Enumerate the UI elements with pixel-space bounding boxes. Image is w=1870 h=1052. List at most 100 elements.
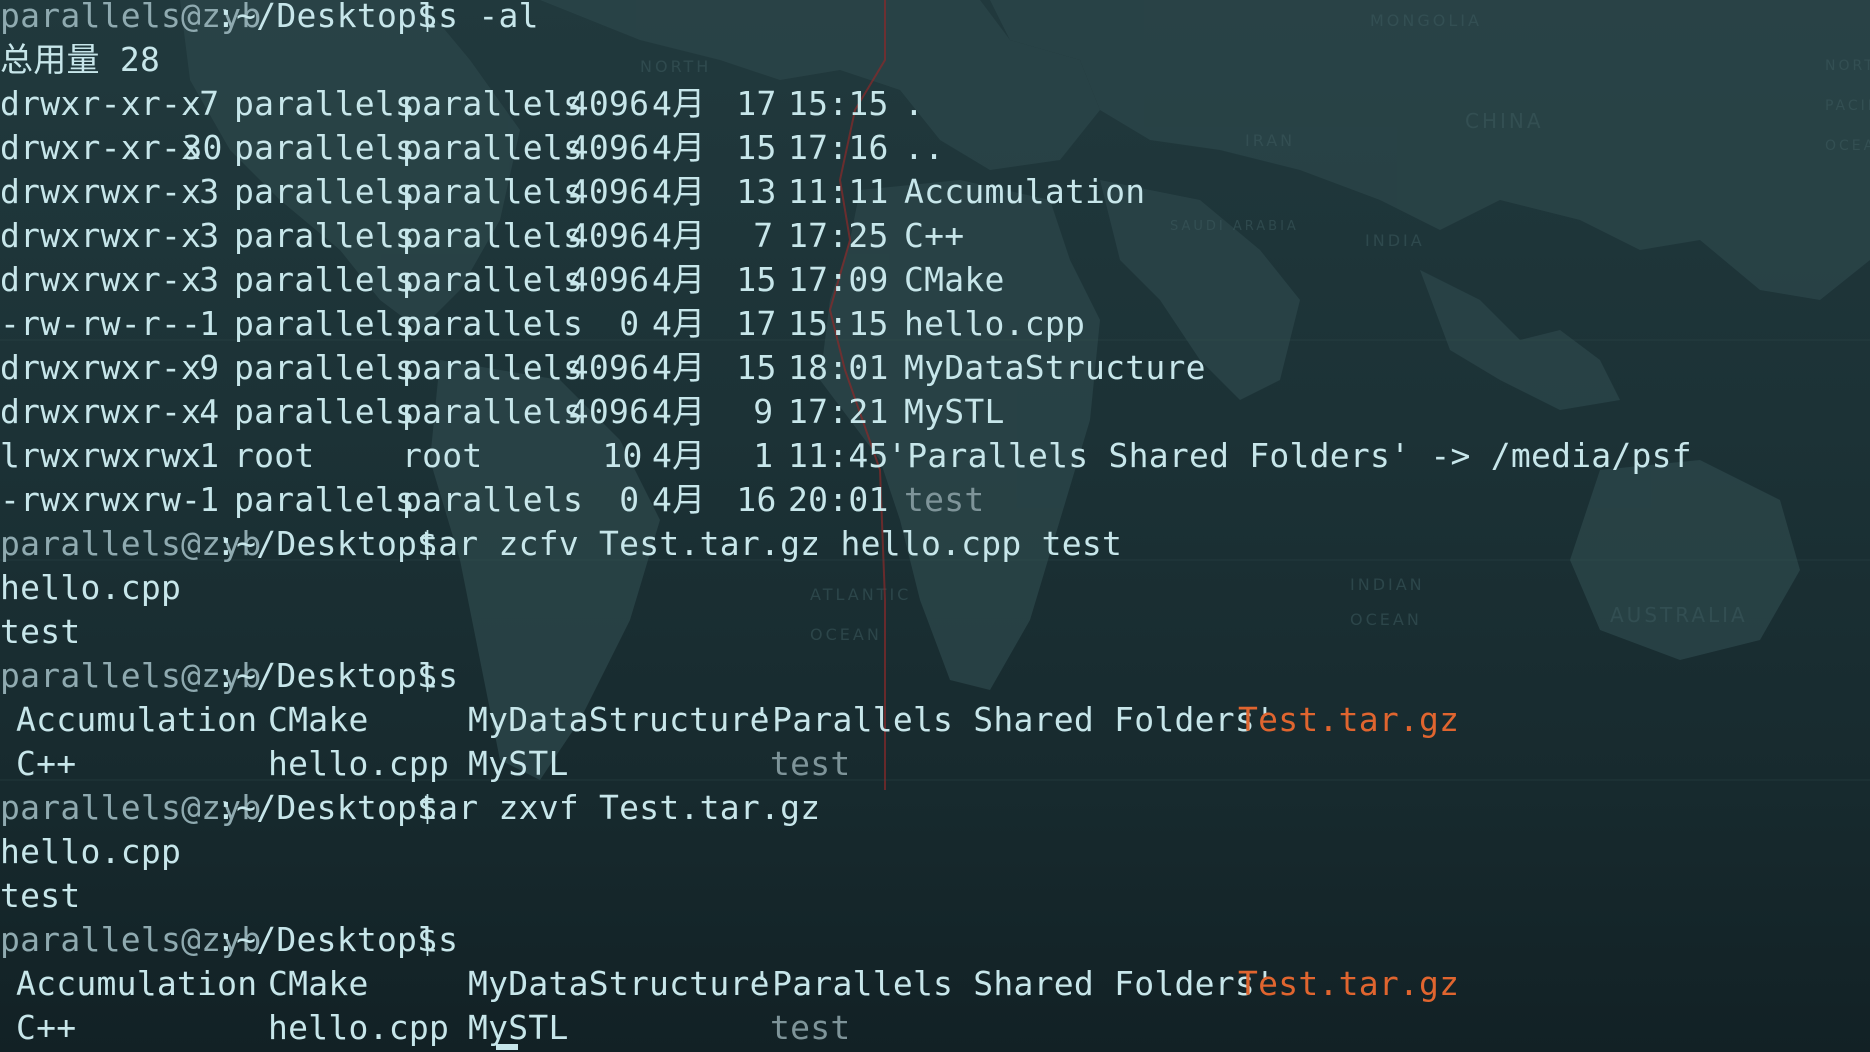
link-count: 9: [199, 348, 220, 387]
listing-row: drwxrwxr-x 4 parallels parallels 4096 4月 9 17:2…: [0, 390, 1870, 434]
file-size: 4096: [568, 172, 650, 211]
file-permissions: -rw-rw-r--: [0, 304, 202, 343]
file-name: .: [904, 84, 925, 123]
file-time: 15:15: [788, 84, 889, 123]
file-month: 4月: [652, 392, 706, 431]
file-permissions: drwxrwxr-x: [0, 348, 202, 387]
ls-entry: MySTL: [468, 744, 569, 783]
file-size: 4096: [568, 348, 650, 387]
link-count: 4: [199, 392, 220, 431]
file-name: Accumulation: [904, 172, 1146, 211]
tar-output-file: test: [0, 876, 81, 915]
file-name: hello.cpp: [904, 304, 1086, 343]
terminal-window[interactable]: MONGOLIA CHINA IRAN INDIA SAUDI ARABIA I…: [0, 0, 1870, 1052]
prompt-path: :~/Desktop$: [216, 920, 438, 959]
file-month: 4月: [652, 480, 706, 519]
file-month: 4月: [652, 304, 706, 343]
file-permissions: drwxrwxr-x: [0, 216, 202, 255]
file-permissions: -rwxrwxrw-: [0, 480, 202, 519]
file-time: 11:45: [788, 436, 889, 475]
listing-row: -rw-rw-r-- 1 parallels parallels 0 4月 17 15:15 h…: [0, 302, 1870, 346]
link-count: 3: [199, 216, 220, 255]
prompt-path: :~/Desktop$: [216, 788, 438, 827]
file-size: 4096: [568, 260, 650, 299]
file-name: C++: [904, 216, 965, 255]
file-size: 4096: [568, 128, 650, 167]
ls-entry: 'Parallels Shared Folders': [752, 700, 1276, 739]
prompt-line: parallels@zyb:~/Desktop$ tar zcfv Test.ta…: [0, 522, 1870, 566]
file-permissions: drwxrwxr-x: [0, 260, 202, 299]
file-time: 11:11: [788, 172, 889, 211]
file-time: 17:16: [788, 128, 889, 167]
file-owner: root: [234, 436, 315, 475]
ls-entry: CMake: [268, 964, 369, 1003]
ls-entry-archive: Test.tar.gz: [1238, 700, 1460, 739]
file-group: parallels: [402, 172, 584, 211]
file-day: 15: [736, 348, 777, 387]
file-time: 15:15: [788, 304, 889, 343]
file-group: parallels: [402, 480, 584, 519]
file-time: 18:01: [788, 348, 889, 387]
file-day: 9: [753, 392, 774, 431]
file-permissions: drwxrwxr-x: [0, 392, 202, 431]
file-day: 17: [736, 304, 777, 343]
file-month: 4月: [652, 348, 706, 387]
file-month: 4月: [652, 436, 706, 475]
total-text: 总用量 28: [0, 40, 161, 79]
link-count: 7: [199, 84, 220, 123]
file-name: MyDataStructure: [904, 348, 1206, 387]
ls-grid-row: C++ hello.cpp MySTL test: [0, 1006, 1870, 1050]
total-line: 总用量 28: [0, 38, 1870, 82]
file-group: parallels: [402, 348, 584, 387]
prompt-path: :~/Desktop$: [216, 524, 438, 563]
ls-entry: Accumulation: [16, 700, 258, 739]
file-permissions: drwxrwxr-x: [0, 172, 202, 211]
file-size: 10: [602, 436, 643, 475]
file-group: parallels: [402, 128, 584, 167]
ls-entry-archive: Test.tar.gz: [1238, 964, 1460, 1003]
file-month: 4月: [652, 260, 706, 299]
file-size: 4096: [568, 216, 650, 255]
ls-grid-row: Accumulation CMake MyDataStructure 'Para…: [0, 962, 1870, 1006]
command-text: ls -al: [418, 0, 539, 35]
ls-entry: MyDataStructure: [468, 700, 770, 739]
file-group: parallels: [402, 304, 584, 343]
file-owner: parallels: [234, 348, 416, 387]
file-group: parallels: [402, 84, 584, 123]
file-day: 1: [753, 436, 774, 475]
file-group: root: [402, 436, 483, 475]
file-group: parallels: [402, 216, 584, 255]
ls-entry: MySTL: [468, 1008, 569, 1047]
link-count: 3: [199, 260, 220, 299]
command-text: tar zcfv Test.tar.gz hello.cpp test: [418, 524, 1123, 563]
file-day: 7: [753, 216, 774, 255]
link-count: 30: [182, 128, 223, 167]
command-text: ls: [418, 920, 459, 959]
tar-output-file: hello.cpp: [0, 832, 182, 871]
file-month: 4月: [652, 84, 706, 123]
file-day: 15: [736, 128, 777, 167]
command-text: tar zxvf Test.tar.gz: [418, 788, 821, 827]
file-owner: parallels: [234, 260, 416, 299]
file-size: 4096: [568, 84, 650, 123]
file-size: 0: [619, 480, 640, 519]
file-month: 4月: [652, 128, 706, 167]
file-name: ..: [904, 128, 945, 167]
listing-row: drwxrwxr-x 3 parallels parallels 4096 4月 7 17:2…: [0, 214, 1870, 258]
link-count: 1: [199, 436, 220, 475]
listing-row: drwxrwxr-x 9 parallels parallels 4096 4月 15 18:…: [0, 346, 1870, 390]
file-time: 17:21: [788, 392, 889, 431]
ls-entry: hello.cpp: [268, 1008, 450, 1047]
tar-output-file: hello.cpp: [0, 568, 182, 607]
file-owner: parallels: [234, 304, 416, 343]
output-line: test: [0, 610, 1870, 654]
prompt-line: parallels@zyb:~/Desktop$ tar zxvf Test.ta…: [0, 786, 1870, 830]
ls-entry: hello.cpp: [268, 744, 450, 783]
tar-output-file: test: [0, 612, 81, 651]
file-name: CMake: [904, 260, 1005, 299]
file-owner: parallels: [234, 128, 416, 167]
file-owner: parallels: [234, 392, 416, 431]
file-size: 4096: [568, 392, 650, 431]
file-month: 4月: [652, 172, 706, 211]
output-line: test: [0, 874, 1870, 918]
